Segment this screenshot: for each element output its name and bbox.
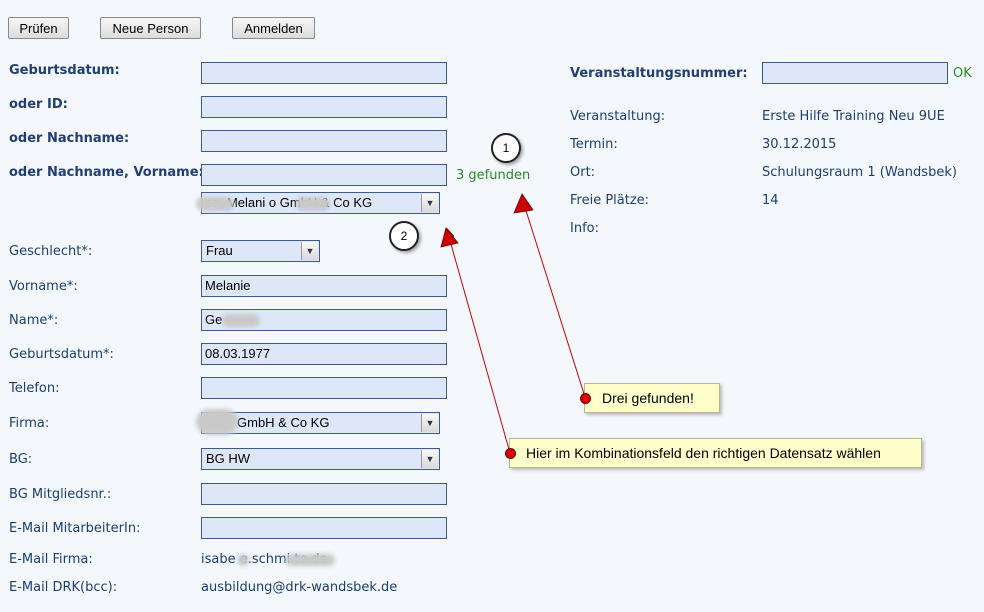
annotation-marker-1: 1 [491,133,521,163]
annotation-dot [580,393,591,404]
annotation-dot [505,448,516,459]
annotation-marker-2: 2 [389,221,419,251]
annotation-note-1-text: Drei gefunden! [602,390,694,406]
annotation-arrowhead-1 [513,193,534,214]
annotation-arrow-2 [447,230,511,454]
annotation-arrows [440,193,586,454]
annotation-arrowhead-2 [440,227,459,248]
annotation-note-2: Hier im Kombinationsfeld den richtigen D… [509,438,922,468]
annotation-note-1: Drei gefunden! [584,383,720,413]
annotation-note-2-text: Hier im Kombinationsfeld den richtigen D… [526,445,881,461]
annotation-arrow-1 [522,198,586,398]
